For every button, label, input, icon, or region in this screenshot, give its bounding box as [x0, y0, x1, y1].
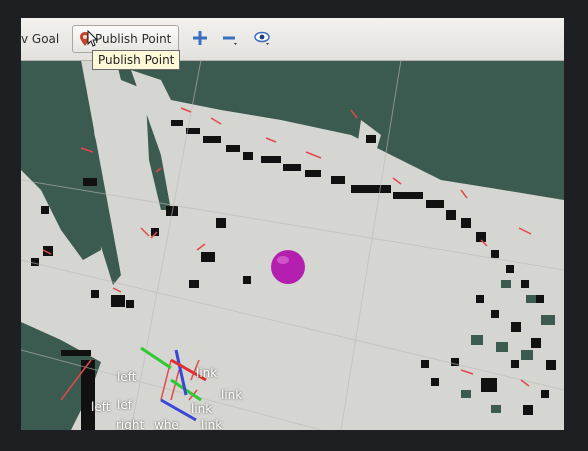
- zoom-minus-icon[interactable]: [221, 29, 239, 47]
- frame-label-4: left: [91, 400, 111, 414]
- publish-point-label: Publish Point: [95, 32, 172, 46]
- publish-point-tooltip: Publish Point: [92, 50, 181, 70]
- frame-label-1: left: [117, 370, 137, 384]
- frame-label-3: link: [196, 366, 218, 380]
- nav-goal-button[interactable]: v Goal: [21, 32, 59, 46]
- 3d-viewport[interactable]: left lef link left link link right whe l…: [21, 59, 564, 430]
- frame-label-2: lef: [117, 398, 132, 412]
- visibility-eye-icon[interactable]: [253, 29, 271, 47]
- publish-point-button[interactable]: Publish Point: [72, 25, 179, 53]
- frame-label-9: link: [201, 418, 223, 430]
- frame-label-6: link: [191, 402, 213, 416]
- rviz-window: left lef link left link link right whe l…: [21, 18, 564, 430]
- mouse-cursor-icon: [87, 30, 99, 47]
- marker-highlight: [277, 256, 289, 264]
- published-point-marker[interactable]: [271, 250, 305, 284]
- tools-toolbar: v Goal Publish Point Publish Point: [21, 18, 564, 70]
- frame-label-5: link: [221, 388, 243, 402]
- frame-label-7: right: [116, 418, 145, 430]
- map-render: [21, 59, 564, 430]
- move-camera-plus-icon[interactable]: [191, 29, 209, 47]
- frame-label-8: whe: [154, 418, 179, 430]
